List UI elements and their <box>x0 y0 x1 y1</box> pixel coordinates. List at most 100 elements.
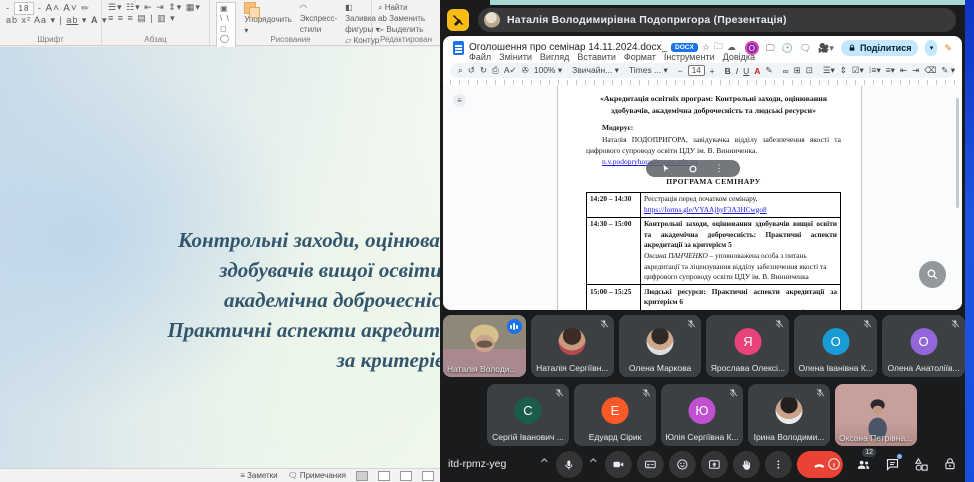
comments-button[interactable]: 🗨 Примечания <box>288 471 346 480</box>
select-button[interactable]: ▻ Выделить <box>378 25 423 34</box>
menu-формат[interactable]: Формат <box>624 52 656 62</box>
version-history-icon[interactable]: 🕒 <box>782 43 793 54</box>
present-button[interactable] <box>700 451 728 478</box>
undo-icon[interactable]: ↺ <box>468 65 475 76</box>
align-button[interactable]: ☰▾ <box>823 65 835 76</box>
overlay-more-icon: ⋮ <box>714 163 724 173</box>
chat-button[interactable] <box>883 453 902 475</box>
search-icon[interactable]: ⌕ <box>458 65 463 76</box>
participant-tile[interactable]: С Сергій Іванович ... <box>487 384 569 446</box>
star-icon[interactable]: ☆ <box>702 42 710 53</box>
mic-button[interactable] <box>555 451 583 478</box>
checklist-button[interactable]: ☑▾ <box>852 65 864 76</box>
present-to-meeting-icon[interactable]: 🖵 <box>766 43 775 54</box>
align-controls[interactable]: ≡ ≡ ≡ ▤ | ▥ ▾ <box>108 13 203 24</box>
font-size-increase[interactable]: + <box>710 66 715 76</box>
print-icon[interactable]: ⎙ <box>492 65 499 76</box>
participant-tile[interactable]: Оксана Петрівна... <box>835 384 917 446</box>
people-button[interactable]: 12 <box>854 448 876 475</box>
font-size-decrease[interactable]: − <box>678 66 683 76</box>
find-button[interactable]: ⌕ Найти <box>378 3 408 12</box>
redo-icon[interactable]: ↻ <box>480 65 487 76</box>
mic-options-chevron[interactable]: ⌃ <box>538 451 551 478</box>
slide-title-text[interactable]: Контрольні заходи, оцінювання здобувачів … <box>0 225 440 375</box>
menu-змінити[interactable]: Змінити <box>499 52 532 62</box>
menu-файл[interactable]: Файл <box>469 52 491 62</box>
meeting-details-button[interactable] <box>825 453 843 475</box>
activities-button[interactable] <box>912 453 930 475</box>
participant-tile[interactable]: О Олена Іванівна К... <box>794 315 878 377</box>
meet-camera-icon[interactable]: 🎥▾ <box>818 43 834 54</box>
participant-tile[interactable]: О Олена Анатоліїв... <box>882 315 965 377</box>
numbered-list-button[interactable]: ≡▾ <box>886 65 895 76</box>
participant-tile[interactable]: Наталія Сергіївн... <box>530 315 614 377</box>
add-comment-icon[interactable]: ⊞ <box>794 65 801 76</box>
highlight-button[interactable]: ✎ <box>765 65 772 76</box>
underline-button[interactable]: U <box>743 66 749 76</box>
raise-hand-button[interactable] <box>732 451 760 478</box>
share-button[interactable]: Поділитися <box>840 40 919 56</box>
slide-canvas[interactable]: Контрольні заходи, оцінювання здобувачів … <box>0 47 440 468</box>
menu-вставити[interactable]: Вставити <box>577 52 616 62</box>
text-color-button[interactable]: A <box>754 66 760 76</box>
camera-button[interactable] <box>604 451 632 478</box>
spellcheck-icon[interactable]: A✓ <box>504 65 517 76</box>
zoom-magnifier-button[interactable] <box>919 261 946 288</box>
notes-button[interactable]: ≡ Заметки <box>240 471 277 480</box>
italic-button[interactable]: I <box>736 66 738 76</box>
participant-tile[interactable]: Е Едуард Сірик <box>574 384 656 446</box>
share-dropdown[interactable]: ▾ <box>925 40 938 56</box>
menu-інструменти[interactable]: Інструменти <box>664 52 715 62</box>
host-controls-button[interactable] <box>941 453 959 475</box>
more-options-button[interactable] <box>764 451 792 478</box>
menu-вигляд[interactable]: Вигляд <box>540 52 570 62</box>
font-style-controls[interactable]: ab x² Aa ▾ | ab ▾ A ▾ <box>6 15 106 26</box>
clear-format-button[interactable]: ⌫ <box>924 65 936 76</box>
zoom-select[interactable]: 100% ▾ <box>534 65 562 76</box>
schedule-link[interactable]: https://forms.gle/VYAAjhyF3A3HCwgo8 <box>644 205 837 216</box>
font-size-controls[interactable]: - 18 - A˄ A˅ ✏ <box>6 2 95 15</box>
comments-icon[interactable]: 🗨 <box>800 43 811 54</box>
pen-mode-icon[interactable]: ✎ <box>944 43 952 54</box>
participant-tile[interactable]: Олена Маркова <box>618 315 702 377</box>
document-title[interactable]: Оголошення про семінар 14.11.2024.docx_ <box>469 42 667 53</box>
annotation-off-tile[interactable] <box>447 9 469 31</box>
participant-tile[interactable]: Наталія Володи... <box>443 315 526 377</box>
document-outline-button[interactable]: ≡ <box>453 94 466 107</box>
quick-styles-button[interactable]: ◠ Экспресс-стили <box>300 2 337 35</box>
font-size-field[interactable]: 14 <box>687 65 705 76</box>
account-avatar[interactable]: O <box>744 41 759 55</box>
participant-tile[interactable]: Ю Юлія Сергіївна К... <box>661 384 743 446</box>
docs-ruler[interactable] <box>450 80 955 85</box>
reactions-button[interactable] <box>668 451 696 478</box>
slide-sorter-view-button[interactable] <box>378 470 390 481</box>
bulleted-list-button[interactable]: ⁝≡▾ <box>869 65 881 76</box>
indent-increase-button[interactable]: ⇥ <box>912 65 919 76</box>
insert-image-icon[interactable]: ⊡ <box>806 65 813 76</box>
slideshow-view-button[interactable] <box>422 470 434 481</box>
cloud-status-icon[interactable]: ☁ <box>727 42 736 53</box>
participant-tile[interactable]: Ірина Володими... <box>748 384 830 446</box>
list-controls[interactable]: ☰▾ ☷▾ ⇤ ⇥ ⇕▾ ▦▾ <box>108 2 203 13</box>
font-select[interactable]: Times ... ▾ <box>629 65 668 76</box>
font-size-box[interactable]: 18 <box>13 2 35 15</box>
insert-link-icon[interactable]: ∞ <box>783 66 789 76</box>
docs-scrollbar[interactable] <box>956 98 959 208</box>
reading-view-button[interactable] <box>400 470 412 481</box>
styles-select[interactable]: Звичайн... ▾ <box>572 65 619 76</box>
normal-view-button[interactable] <box>356 470 368 481</box>
line-spacing-button[interactable]: ⇕ <box>840 65 847 76</box>
camera-options-chevron[interactable]: ⌃ <box>587 451 600 478</box>
replace-button[interactable]: ab Заменить <box>378 14 425 23</box>
bold-button[interactable]: B <box>725 66 731 76</box>
participant-tile[interactable]: Я Ярослава Олексі... <box>706 315 790 377</box>
paint-format-icon[interactable]: ✇ <box>522 65 529 76</box>
editing-mode-button[interactable]: ✎ ▾ <box>941 65 955 76</box>
presenter-banner[interactable]: Наталія Володимирівна Подопригора (Презе… <box>478 8 956 32</box>
document-page[interactable]: «Акредитація освітніх програм: Контрольн… <box>557 86 862 310</box>
participant-letter-avatar: С <box>514 397 542 425</box>
captions-button[interactable] <box>636 451 664 478</box>
moderator-label: Модерує: <box>602 123 634 133</box>
arrange-button[interactable]: Упорядочить ▾ <box>244 2 292 36</box>
indent-decrease-button[interactable]: ⇤ <box>900 65 907 76</box>
